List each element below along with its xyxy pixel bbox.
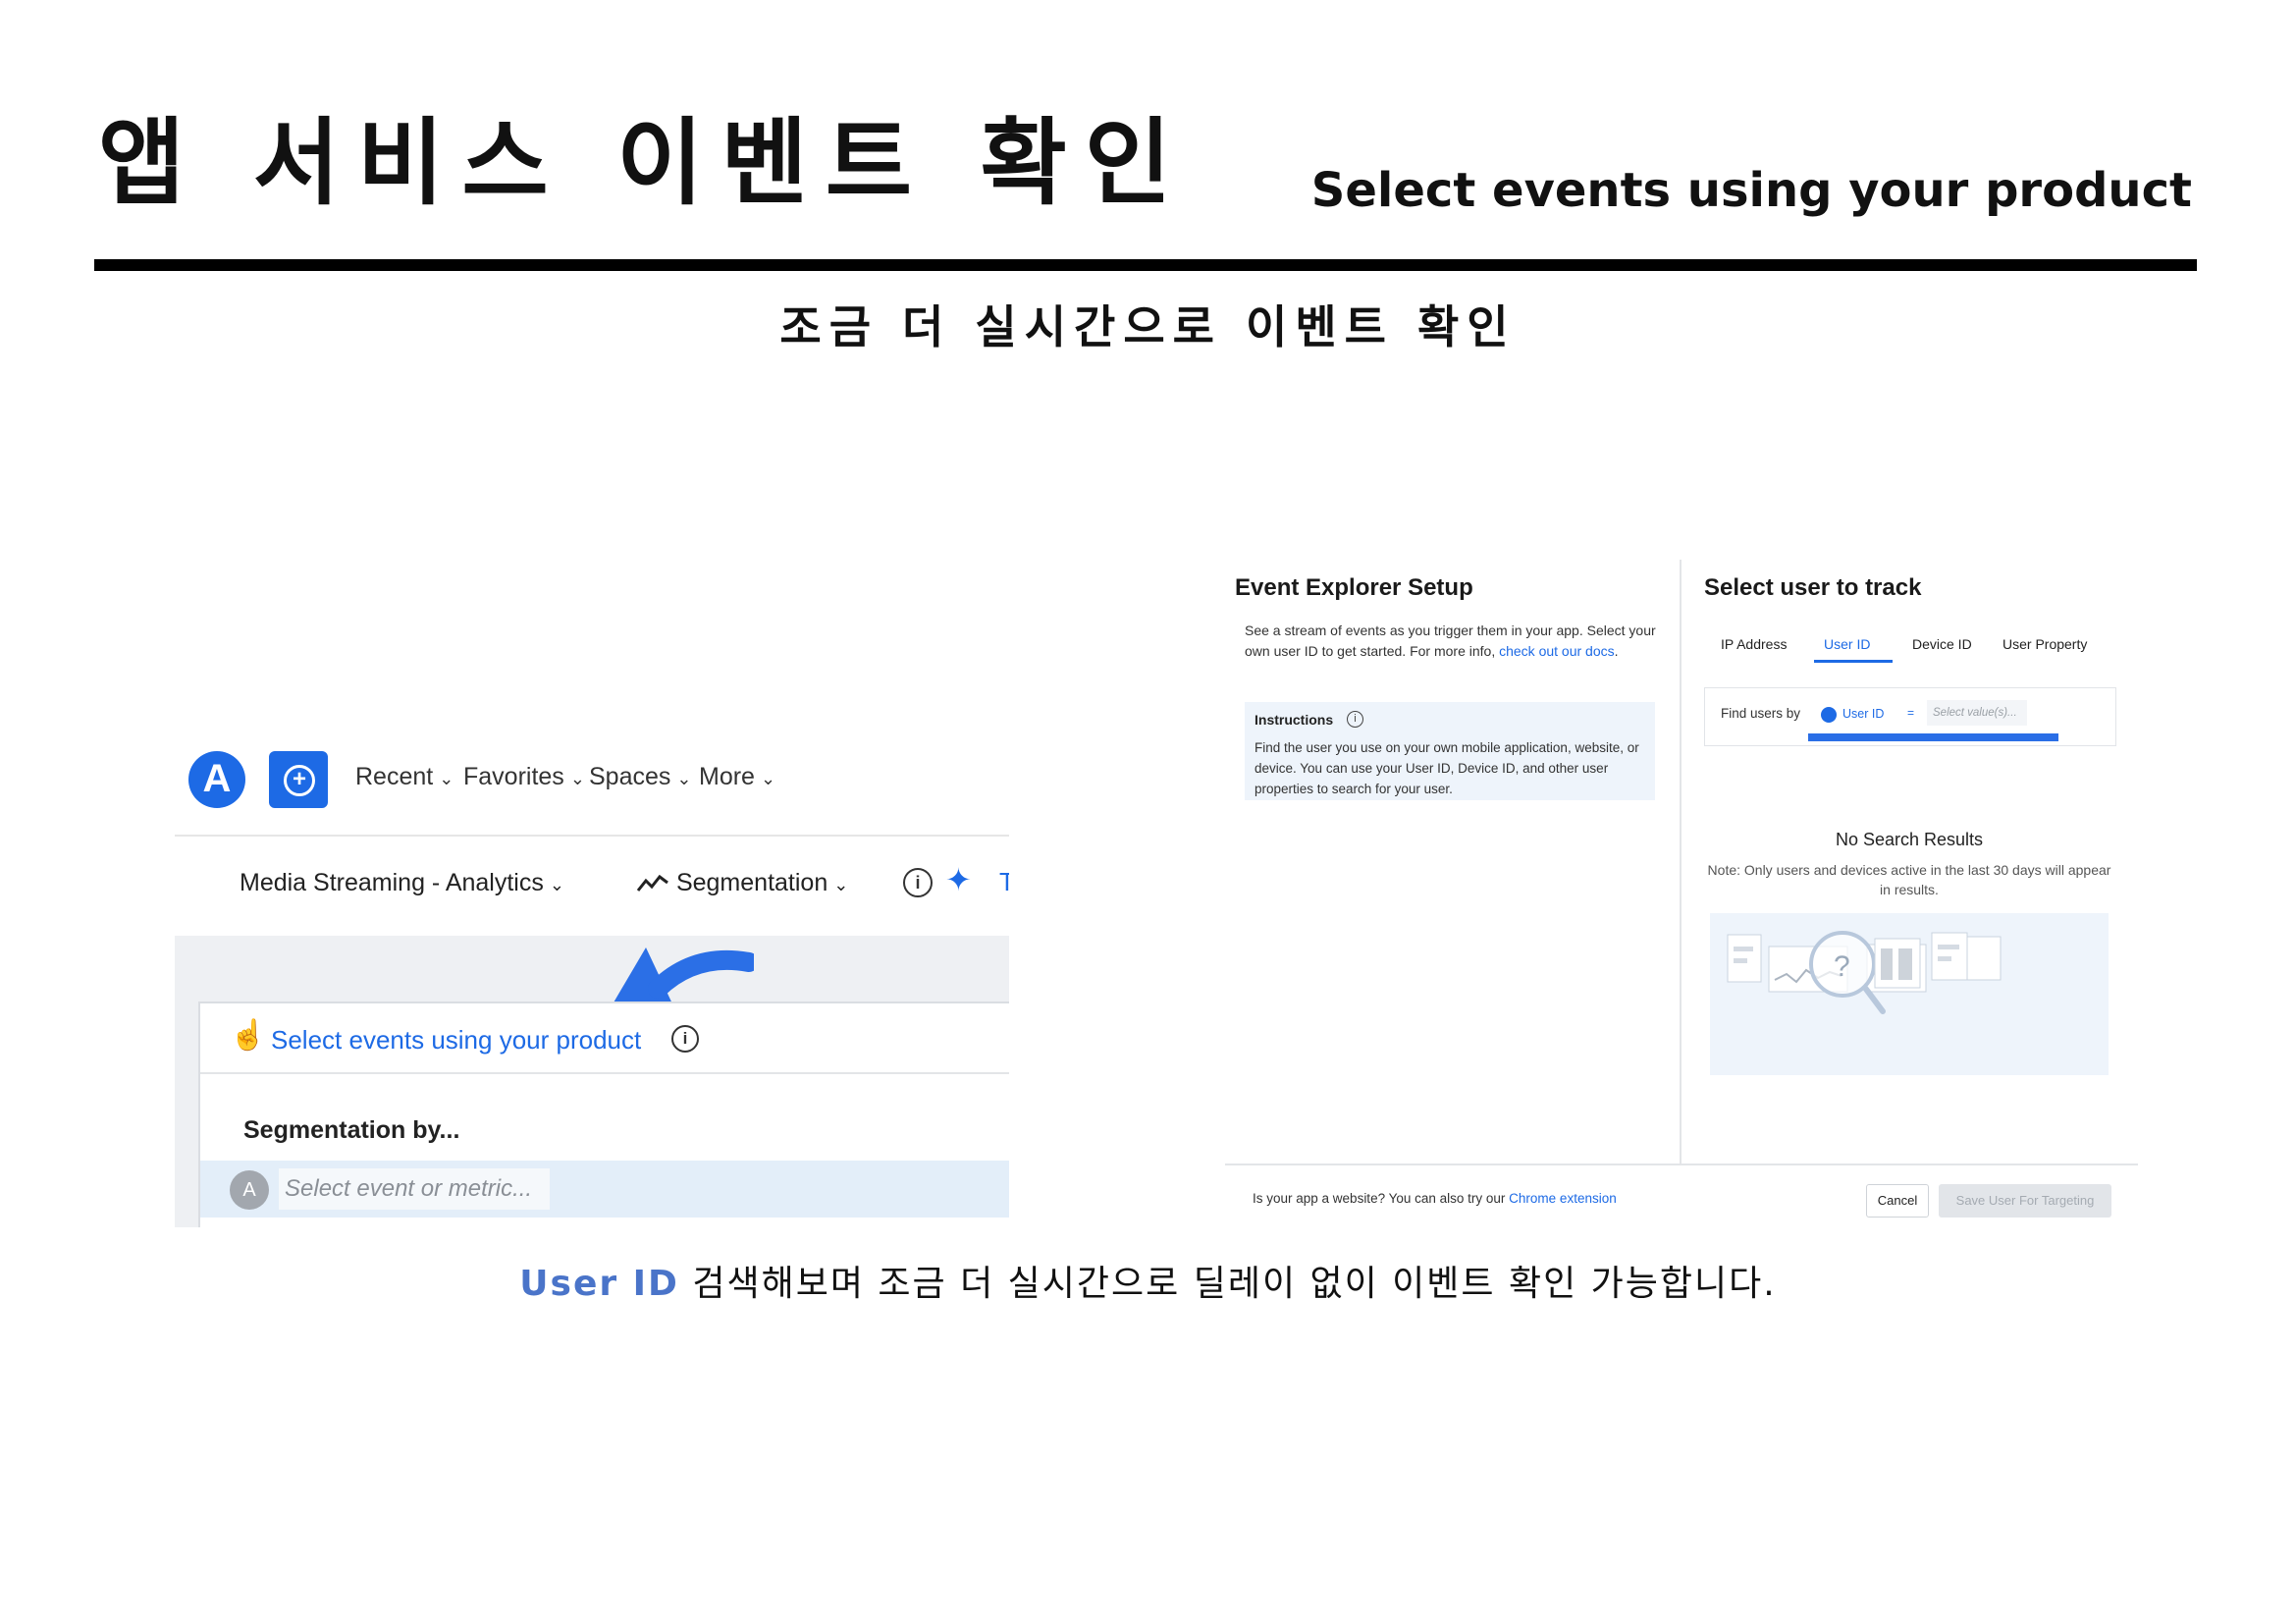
operator-label[interactable]: = <box>1907 706 1914 720</box>
line-chart-icon <box>636 875 668 893</box>
nav-recent[interactable]: Recent ⌄ <box>355 763 454 791</box>
slide-caption: User ID 검색해보며 조금 더 실시간으로 딜레이 없이 이벤트 확인 가… <box>0 1267 2296 1302</box>
instructions-box: Instructions i Find the user you use on … <box>1245 702 1655 800</box>
series-letter-badge: A <box>230 1170 269 1210</box>
project-selector[interactable]: Media Streaming - Analytics ⌄ <box>240 869 564 897</box>
segmentation-label: Segmentation by... <box>243 1116 460 1144</box>
segmentation-screenshot: A + Recent ⌄ Favorites ⌄ Spaces ⌄ More ⌄ Med… <box>175 722 1009 1227</box>
instructions-title: Instructions <box>1255 712 1334 728</box>
instructions-text: Find the user you use on your own mobile… <box>1255 740 1639 796</box>
nav-spaces[interactable]: Spaces ⌄ <box>589 763 691 791</box>
pointer-hand-icon: ☝ <box>230 1019 267 1052</box>
docs-link[interactable]: check out our docs <box>1499 643 1615 659</box>
event-select-row[interactable]: A Select event or metric... <box>200 1161 1009 1218</box>
chevron-down-icon: ⌄ <box>549 875 564 894</box>
event-explorer-title: Event Explorer Setup <box>1235 574 1473 601</box>
tab-device-id[interactable]: Device ID <box>1912 636 1972 652</box>
nav-favorites[interactable]: Favorites ⌄ <box>463 763 585 791</box>
slide-subtitle: Select events using your product <box>1310 163 2192 218</box>
amplitude-logo[interactable]: A <box>188 751 245 808</box>
event-explorer-screenshot: Event Explorer Setup See a stream of eve… <box>1225 560 2138 1227</box>
chart-type-selector[interactable]: Segmentation ⌄ <box>636 869 848 897</box>
chevron-down-icon: ⌄ <box>676 769 692 788</box>
event-select-input[interactable]: Select event or metric... <box>279 1168 550 1210</box>
footer-divider <box>1225 1164 2138 1165</box>
find-users-box: Find users by User ID = Select value(s).… <box>1704 687 2116 746</box>
plus-icon: + <box>284 765 315 796</box>
svg-text:?: ? <box>1834 950 1850 983</box>
chrome-extension-link[interactable]: Chrome extension <box>1509 1191 1617 1206</box>
empty-search-illustration: ? <box>1710 913 2109 1075</box>
tab-ip-address[interactable]: IP Address <box>1721 636 1787 652</box>
chevron-down-icon: ⌄ <box>833 875 849 894</box>
chevron-down-icon: ⌄ <box>569 769 585 788</box>
cancel-button[interactable]: Cancel <box>1866 1184 1929 1218</box>
add-button[interactable]: + <box>269 751 328 808</box>
find-users-label: Find users by <box>1721 706 1801 721</box>
info-icon[interactable]: i <box>671 1025 699 1053</box>
value-select-input[interactable]: Select value(s)... <box>1927 700 2027 726</box>
select-events-link[interactable]: Select events using your product <box>271 1025 641 1056</box>
caption-text: 검색해보며 조금 더 실시간으로 딜레이 없이 이벤트 확인 가능합니다. <box>678 1264 1777 1304</box>
slide-title: 앱 서비스 이벤트 확인 <box>98 108 1190 218</box>
nav-more[interactable]: More ⌄ <box>699 763 775 791</box>
info-icon[interactable]: i <box>903 868 933 897</box>
tab-user-id[interactable]: User ID <box>1824 636 1870 652</box>
tab-user-property[interactable]: User Property <box>2002 636 2087 652</box>
chevron-down-icon: ⌄ <box>439 769 454 788</box>
event-panel: ☝ Select events using your product i Seg… <box>198 1001 1009 1227</box>
active-tab-indicator <box>1814 660 1893 663</box>
highlight-bar <box>1808 733 2058 741</box>
sparkle-icon[interactable]: ✦ <box>945 864 972 895</box>
no-results-note: Note: Only users and devices active in t… <box>1707 862 2111 897</box>
section-title: 조금 더 실시간으로 이벤트 확인 <box>779 300 1517 353</box>
nav-divider <box>175 835 1009 837</box>
column-divider <box>1680 560 1682 1164</box>
info-icon[interactable]: i <box>1347 711 1363 728</box>
no-results-title: No Search Results <box>1835 830 1984 849</box>
amplitude-icon <box>1821 706 1837 723</box>
title-divider <box>94 259 2197 271</box>
chevron-down-icon: ⌄ <box>760 769 776 788</box>
save-user-button[interactable]: Save User For Targeting <box>1939 1184 2111 1218</box>
user-id-chip[interactable]: User ID <box>1821 700 1884 728</box>
truncated-label[interactable]: T <box>999 867 1009 897</box>
event-explorer-description: See a stream of events as you trigger th… <box>1245 623 1656 659</box>
select-user-title: Select user to track <box>1704 574 1922 601</box>
caption-highlight: User ID <box>519 1264 679 1304</box>
event-panel-header: ☝ Select events using your product i <box>200 1003 1009 1074</box>
footer-text: Is your app a website? You can also try … <box>1253 1191 1617 1206</box>
